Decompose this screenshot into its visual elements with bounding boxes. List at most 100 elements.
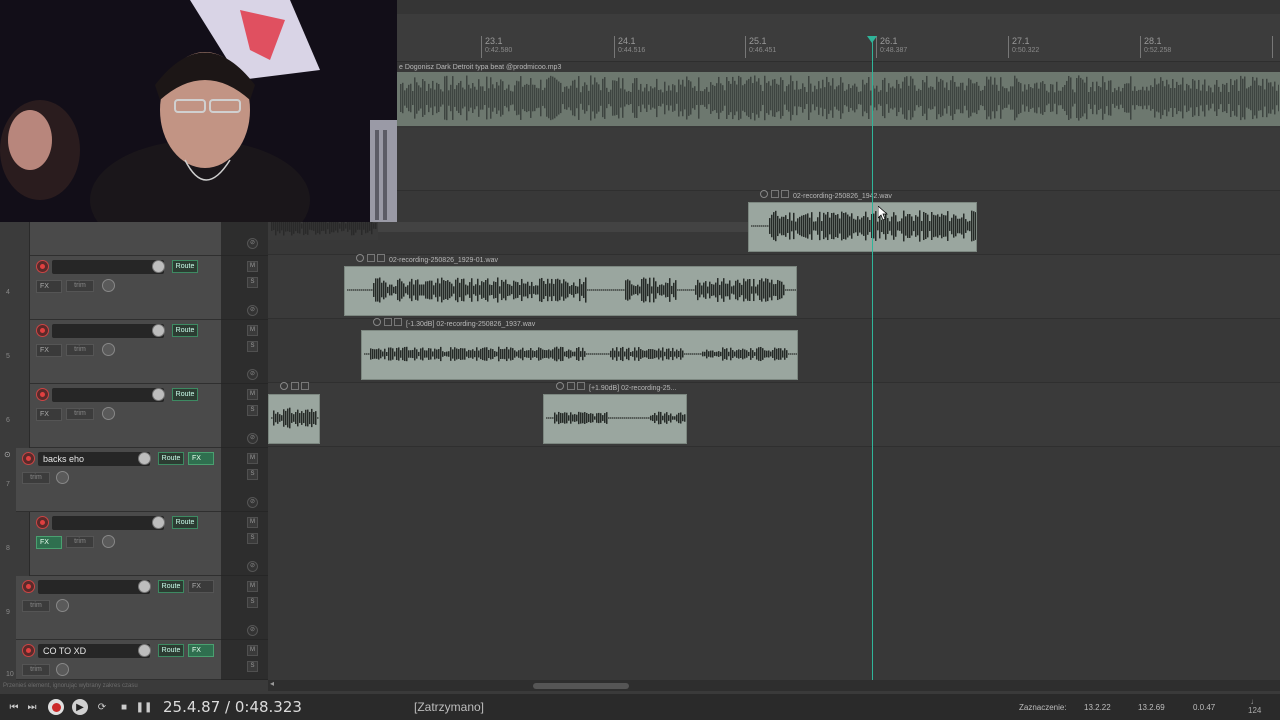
item-take-icon[interactable] [301, 382, 309, 390]
route-button[interactable]: Route [172, 516, 198, 529]
track-panel-5[interactable]: 5 Route FX trim M S ⊘ [0, 320, 268, 384]
go-to-start-icon[interactable]: ⏮ [6, 699, 22, 715]
pan-knob[interactable] [102, 535, 115, 548]
fx-button[interactable]: FX [36, 344, 62, 357]
record-arm-button[interactable] [22, 644, 35, 657]
fx-button[interactable]: FX [36, 408, 62, 421]
folder-icon[interactable]: ⊙ [4, 450, 11, 459]
track-name-field[interactable] [52, 260, 164, 274]
solo-button[interactable]: S [247, 661, 258, 672]
track-panel-3[interactable]: ⊘ [0, 222, 268, 256]
repeat-icon[interactable]: ⟳ [94, 699, 110, 715]
selection-start[interactable]: 13.2.22 [1084, 703, 1111, 712]
item-mute-icon[interactable] [760, 190, 768, 198]
volume-knob[interactable] [138, 580, 151, 593]
volume-knob[interactable] [152, 516, 165, 529]
track-name-field[interactable] [52, 324, 164, 338]
track-name-field[interactable]: backs eho [38, 452, 150, 466]
audio-item-25[interactable] [543, 394, 687, 444]
track-name-field[interactable] [52, 388, 164, 402]
scroll-left-icon[interactable]: ◂ [270, 679, 274, 688]
play-button[interactable]: ▶ [72, 699, 88, 715]
trim-automation-button[interactable]: trim [22, 600, 50, 612]
solo-button[interactable]: S [247, 277, 258, 288]
volume-knob[interactable] [152, 388, 165, 401]
fx-button[interactable]: FX [188, 580, 214, 593]
solo-button[interactable]: S [247, 469, 258, 480]
item-mute-icon[interactable] [556, 382, 564, 390]
audio-item-1937[interactable] [361, 330, 798, 380]
track-name-field[interactable] [38, 580, 150, 594]
audio-item-beat[interactable] [397, 72, 1280, 126]
solo-button[interactable]: S [247, 597, 258, 608]
scrollbar-thumb[interactable] [533, 683, 629, 689]
io-icon[interactable]: ⊘ [247, 625, 258, 636]
item-fx-icon[interactable] [291, 382, 299, 390]
route-button[interactable]: Route [158, 580, 184, 593]
arrange-view[interactable]: e Dogonisz Dark Detroit typa beat @prodm… [268, 62, 1280, 680]
route-button[interactable]: Route [172, 388, 198, 401]
io-icon[interactable]: ⊘ [247, 433, 258, 444]
volume-knob[interactable] [138, 644, 151, 657]
track-panel-9[interactable]: 9 Route FX trim M S ⊘ [0, 576, 268, 640]
fx-button[interactable]: FX [188, 452, 214, 465]
selection-length[interactable]: 0.0.47 [1193, 703, 1215, 712]
mute-button[interactable]: M [247, 645, 258, 656]
solo-button[interactable]: S [247, 405, 258, 416]
io-icon[interactable]: ⊘ [247, 497, 258, 508]
record-arm-button[interactable] [36, 260, 49, 273]
item-fx-icon[interactable] [567, 382, 575, 390]
item-mute-icon[interactable] [280, 382, 288, 390]
route-button[interactable]: Route [158, 644, 184, 657]
mute-button[interactable]: M [247, 325, 258, 336]
track-panel-7[interactable]: ⊙ 7 backs eho Route FX trim M S ⊘ [0, 448, 268, 512]
mute-button[interactable]: M [247, 261, 258, 272]
record-arm-button[interactable] [36, 388, 49, 401]
item-take-icon[interactable] [394, 318, 402, 326]
item-fx-icon[interactable] [367, 254, 375, 262]
item-take-icon[interactable] [577, 382, 585, 390]
pan-knob[interactable] [102, 407, 115, 420]
trim-automation-button[interactable]: trim [22, 472, 50, 484]
mute-button[interactable]: M [247, 517, 258, 528]
item-fx-icon[interactable] [384, 318, 392, 326]
stop-icon[interactable]: ■ [116, 699, 132, 715]
time-display[interactable]: 25.4.87 / 0:48.323 [163, 698, 302, 716]
item-mute-icon[interactable] [356, 254, 364, 262]
route-button[interactable]: Route [172, 260, 198, 273]
io-icon[interactable]: ⊘ [247, 369, 258, 380]
audio-item-1942[interactable] [748, 202, 977, 252]
mute-button[interactable]: M [247, 453, 258, 464]
track-name-field[interactable]: CO TO XD [38, 644, 150, 658]
pan-knob[interactable] [102, 279, 115, 292]
fx-button[interactable]: FX [188, 644, 214, 657]
io-icon[interactable]: ⊘ [247, 238, 258, 249]
track-panel-10[interactable]: 10 CO TO XD Route FX trim M S [0, 640, 268, 680]
fx-button[interactable]: FX [36, 536, 62, 549]
record-arm-button[interactable] [36, 324, 49, 337]
item-take-icon[interactable] [377, 254, 385, 262]
audio-item-1929[interactable] [344, 266, 797, 316]
pan-knob[interactable] [56, 599, 69, 612]
play-cursor[interactable] [872, 36, 873, 680]
horizontal-scrollbar[interactable]: ◂ [268, 679, 1280, 691]
trim-automation-button[interactable]: trim [66, 280, 94, 292]
track-panel-6[interactable]: 6 Route FX trim M S ⊘ [0, 384, 268, 448]
record-arm-button[interactable] [22, 452, 35, 465]
solo-button[interactable]: S [247, 533, 258, 544]
trim-automation-button[interactable]: trim [66, 344, 94, 356]
io-icon[interactable]: ⊘ [247, 561, 258, 572]
playhead-marker-icon[interactable] [867, 36, 877, 43]
fx-button[interactable]: FX [36, 280, 62, 293]
item-mute-icon[interactable] [373, 318, 381, 326]
pan-knob[interactable] [102, 343, 115, 356]
mute-button[interactable]: M [247, 581, 258, 592]
selection-end[interactable]: 13.2.69 [1138, 703, 1165, 712]
trim-automation-button[interactable]: trim [66, 408, 94, 420]
pan-knob[interactable] [56, 471, 69, 484]
track-panel-4[interactable]: 4 Route FX trim M S ⊘ [0, 256, 268, 320]
track-name-field[interactable] [52, 516, 164, 530]
go-to-end-icon[interactable]: ⏭ [24, 699, 40, 715]
audio-item-small[interactable] [268, 394, 320, 444]
track-panel-8[interactable]: 8 Route FX trim M S ⊘ [0, 512, 268, 576]
